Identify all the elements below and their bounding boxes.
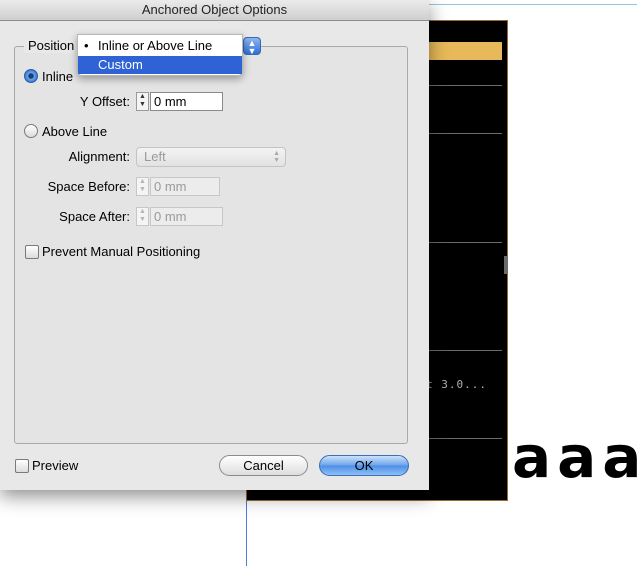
guide-line [429, 4, 637, 5]
position-label: Position [24, 38, 79, 53]
frame-text: t 3.0... [426, 378, 487, 391]
menu-item-custom[interactable]: Custom [78, 56, 242, 74]
dialog-title: Anchored Object Options [0, 0, 429, 21]
divider [429, 85, 502, 86]
space-after-stepper[interactable]: ▲ ▼ [136, 207, 149, 226]
alignment-value: Left [144, 149, 166, 164]
menu-item-label: Inline or Above Line [98, 38, 213, 53]
chevron-down-icon: ▼ [247, 46, 257, 56]
above-line-radio[interactable] [24, 124, 38, 138]
anchored-object-options-dialog: Anchored Object Options Position ▲ ▼ Inl… [0, 0, 429, 490]
divider [429, 438, 502, 439]
y-offset-field[interactable]: 0 mm [150, 92, 223, 111]
space-before-field[interactable]: 0 mm [150, 177, 220, 196]
space-after-field[interactable]: 0 mm [150, 207, 223, 226]
space-after-label: Space After: [59, 209, 130, 224]
position-dropdown-menu: • Inline or Above Line Custom [77, 34, 243, 76]
preview-label: Preview [32, 458, 79, 473]
y-offset-stepper[interactable]: ▲ ▼ [136, 92, 149, 111]
frame-edge [504, 256, 508, 274]
menu-item-inline-or-above-line[interactable]: • Inline or Above Line [78, 37, 242, 55]
preview-checkbox[interactable] [15, 459, 29, 473]
chevron-updown-icon: ▲ ▼ [273, 150, 280, 164]
above-line-label: Above Line [42, 124, 108, 139]
inline-label: Inline [42, 69, 74, 84]
alignment-select[interactable]: Left ▲ ▼ [136, 147, 286, 167]
space-before-stepper[interactable]: ▲ ▼ [136, 177, 149, 196]
space-before-label: Space Before: [47, 179, 130, 194]
ok-button[interactable]: OK [319, 455, 409, 476]
divider [429, 350, 502, 351]
y-offset-label: Y Offset: [79, 94, 130, 109]
divider [429, 133, 502, 134]
large-text: aaa [512, 423, 637, 491]
position-popup-button[interactable]: ▲ ▼ [243, 37, 261, 56]
cancel-button[interactable]: Cancel [219, 455, 308, 476]
inline-radio[interactable] [24, 69, 38, 83]
menu-item-label: Custom [98, 57, 143, 72]
alignment-label: Alignment: [68, 149, 130, 164]
highlight-bar [429, 42, 502, 60]
selected-bullet-icon: • [84, 38, 89, 53]
prevent-manual-positioning-checkbox[interactable] [25, 245, 39, 259]
divider [429, 242, 502, 243]
prevent-manual-positioning-label: Prevent Manual Positioning [42, 244, 201, 259]
